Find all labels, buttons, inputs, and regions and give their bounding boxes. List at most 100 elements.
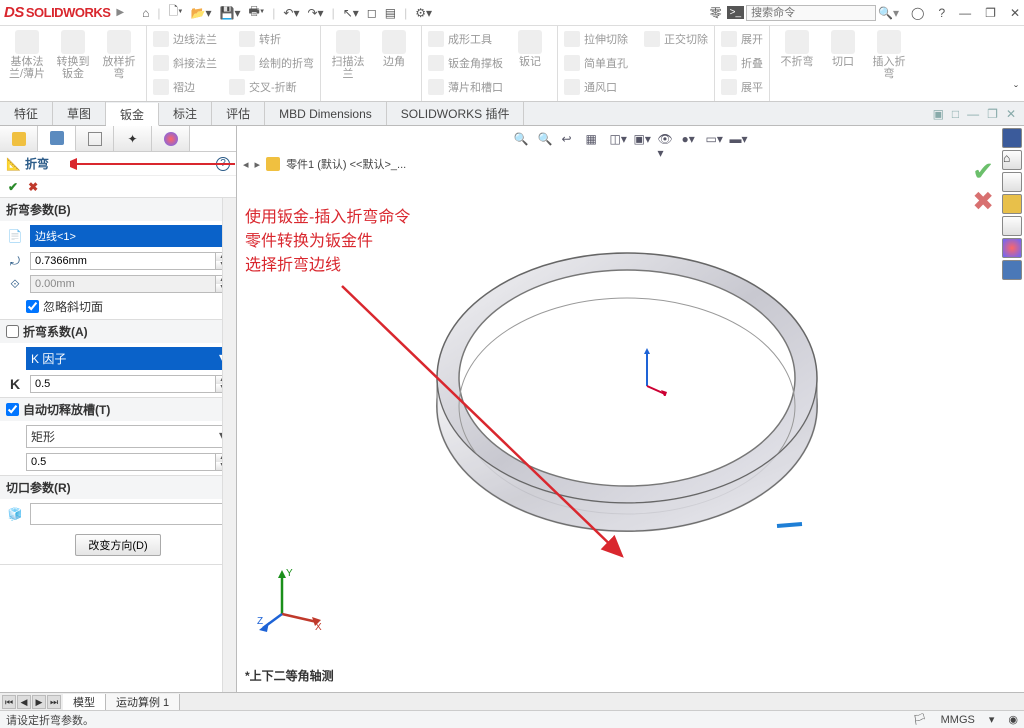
- cancel-button[interactable]: ✖: [28, 180, 38, 194]
- hide-show-icon[interactable]: 👁▾: [658, 132, 676, 150]
- sheetmetal-note-button[interactable]: 钣记: [509, 28, 551, 99]
- taskpane-design-lib[interactable]: [1002, 172, 1022, 192]
- bottom-tab-model[interactable]: 模型: [63, 694, 106, 710]
- corners-button[interactable]: 边角: [373, 28, 415, 80]
- graphics-viewport[interactable]: 🔍 🔍 ↩ ▦ ◫▾ ▣▾ 👁▾ ●▾ ▭▾ ▬▾ ◂▸ 零件1 (默认) <<…: [237, 126, 1024, 692]
- open-icon[interactable]: 📂▾: [191, 6, 212, 20]
- taskpane-view-palette[interactable]: [1002, 216, 1022, 236]
- search-scope[interactable]: 零: [705, 2, 727, 23]
- save-icon[interactable]: 💾▾: [220, 6, 241, 20]
- doc-close-icon[interactable]: ✕: [1006, 107, 1016, 121]
- rip-selection[interactable]: [30, 503, 230, 525]
- display-style-icon[interactable]: ▣▾: [634, 132, 652, 150]
- search-go-icon[interactable]: 🔍▾: [878, 6, 899, 20]
- panel-scrollbar[interactable]: [222, 198, 236, 692]
- prev-view-icon[interactable]: ↩: [562, 132, 580, 150]
- convert-sheetmetal-button[interactable]: 转换到钣金: [52, 28, 94, 80]
- minimize-icon[interactable]: —: [959, 6, 971, 20]
- tab-mbd[interactable]: MBD Dimensions: [265, 102, 387, 125]
- dimxpert-tab[interactable]: ✦: [114, 126, 152, 151]
- edge-flange-button[interactable]: 边线法兰转折: [153, 28, 314, 50]
- new-icon[interactable]: 🗋▾: [168, 2, 182, 23]
- tab-next-icon[interactable]: ▶: [32, 695, 46, 709]
- bottom-tab-motion[interactable]: 运动算例 1: [106, 694, 180, 710]
- no-bend-button[interactable]: 不折弯: [776, 28, 818, 80]
- tab-slot-button[interactable]: 薄片和槽口: [428, 76, 503, 98]
- tab-evaluate[interactable]: 评估: [212, 102, 265, 125]
- viewport-single-icon[interactable]: □: [952, 107, 959, 121]
- user-icon[interactable]: ◯: [911, 6, 924, 20]
- zoom-area-icon[interactable]: 🔍: [538, 132, 556, 150]
- redo-icon[interactable]: ↷▾: [308, 6, 324, 20]
- vent-button[interactable]: 通风口: [564, 76, 708, 98]
- undo-icon[interactable]: ↶▾: [283, 6, 299, 20]
- tab-sketch[interactable]: 草图: [53, 102, 106, 125]
- allowance-method-dropdown[interactable]: K 因子▾: [26, 347, 230, 370]
- scene-icon[interactable]: ▭▾: [706, 132, 724, 150]
- pm-help-icon[interactable]: ?: [216, 157, 230, 171]
- relief-ratio-input[interactable]: ▲▼: [26, 453, 230, 471]
- lofted-bend-button[interactable]: 放样折弯: [98, 28, 140, 80]
- config-tab[interactable]: [76, 126, 114, 151]
- options-icon[interactable]: ⚙▾: [415, 6, 432, 20]
- taskpane-resources[interactable]: [1002, 128, 1022, 148]
- edge-selection[interactable]: 边线<1>: [30, 225, 230, 247]
- zoom-fit-icon[interactable]: 🔍: [514, 132, 532, 150]
- expand-icon[interactable]: ▶: [116, 7, 124, 18]
- ribbon-collapse-icon[interactable]: ˇ: [1014, 83, 1018, 97]
- select-icon[interactable]: ↖▾: [343, 6, 359, 20]
- bend-radius-input[interactable]: ▲▼: [30, 252, 230, 270]
- k-factor-input[interactable]: ▲▼: [30, 375, 230, 393]
- view-orient-icon[interactable]: ◫▾: [610, 132, 628, 150]
- breadcrumb[interactable]: ◂▸ 零件1 (默认) <<默认>_...: [243, 156, 406, 172]
- section-auto-relief[interactable]: 自动切释放槽(T)ˆ: [0, 398, 236, 421]
- change-direction-button[interactable]: 改变方向(D): [75, 534, 160, 556]
- relief-type-dropdown[interactable]: 矩形▾: [26, 425, 230, 448]
- tab-sheetmetal[interactable]: 钣金: [106, 103, 159, 126]
- simple-hole-button[interactable]: 简单直孔: [564, 52, 708, 74]
- forming-tool-button[interactable]: 成形工具: [428, 28, 503, 50]
- section-rip-params[interactable]: 切口参数(R)ˆ: [0, 476, 236, 499]
- help-icon[interactable]: ?: [938, 6, 945, 20]
- doc-minimize-icon[interactable]: —: [967, 107, 979, 121]
- doc-restore-icon[interactable]: ❐: [987, 107, 998, 121]
- insert-bends-button[interactable]: 插入折弯: [868, 28, 910, 80]
- ok-button[interactable]: ✔: [8, 180, 18, 194]
- taskpane-file-explorer[interactable]: [1002, 194, 1022, 214]
- tab-annotate[interactable]: 标注: [159, 102, 212, 125]
- tab-features[interactable]: 特征: [0, 102, 53, 125]
- extruded-cut-button[interactable]: 拉伸切除正交切除: [564, 28, 708, 50]
- confirm-corner-ok[interactable]: ✔: [972, 156, 994, 187]
- taskpane-home[interactable]: ⌂: [1002, 150, 1022, 170]
- render-icon[interactable]: ▬▾: [730, 132, 748, 150]
- status-flag-icon[interactable]: 🏳: [913, 713, 927, 726]
- appearance-tab[interactable]: [152, 126, 190, 151]
- taskpane-appearances[interactable]: [1002, 238, 1022, 258]
- confirm-corner-cancel[interactable]: ✖: [972, 186, 994, 217]
- swept-flange-button[interactable]: 扫描法兰: [327, 28, 369, 80]
- viewport-layout-icon[interactable]: ▣: [933, 107, 944, 121]
- miter-flange-button[interactable]: 斜接法兰绘制的折弯: [153, 52, 314, 74]
- gusset-button[interactable]: 钣金角撑板: [428, 52, 503, 74]
- status-menu-icon[interactable]: ▾: [989, 713, 995, 726]
- status-custom-icon[interactable]: ◉: [1008, 713, 1018, 726]
- flatten-button[interactable]: 展平: [721, 76, 763, 98]
- home-icon[interactable]: ⌂: [142, 6, 149, 20]
- unfold-button[interactable]: 展开: [721, 28, 763, 50]
- hem-button[interactable]: 褶边交叉-折断: [153, 76, 314, 98]
- section-view-icon[interactable]: ▦: [586, 132, 604, 150]
- rip-button[interactable]: 切口: [822, 28, 864, 80]
- section-bend-params[interactable]: 折弯参数(B)ˆ: [0, 198, 236, 221]
- tab-prev-icon[interactable]: ◀: [17, 695, 31, 709]
- section-bend-allowance[interactable]: 折弯系数(A)ˆ: [0, 320, 236, 343]
- close-icon[interactable]: ✕: [1010, 6, 1020, 20]
- appearance-icon[interactable]: ●▾: [682, 132, 700, 150]
- maximize-icon[interactable]: ❐: [985, 6, 996, 20]
- property-tab[interactable]: [38, 126, 76, 151]
- ignore-bevel-checkbox[interactable]: 忽略斜切面: [6, 298, 230, 315]
- fold-button[interactable]: 折叠: [721, 52, 763, 74]
- print-icon[interactable]: 🖶▾: [249, 2, 265, 23]
- tab-first-icon[interactable]: ⏮: [2, 695, 16, 709]
- status-units[interactable]: MMGS: [941, 714, 975, 726]
- tab-addins[interactable]: SOLIDWORKS 插件: [387, 102, 525, 125]
